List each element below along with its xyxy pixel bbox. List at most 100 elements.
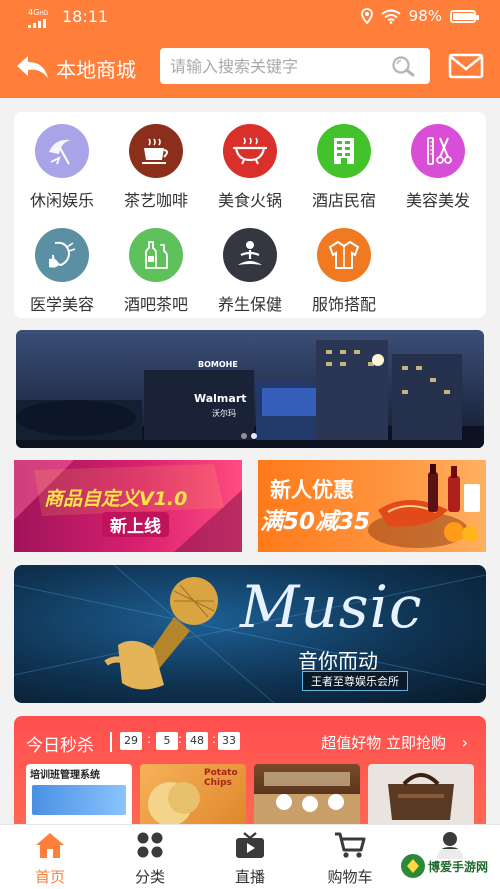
wifi-icon	[381, 9, 401, 24]
battery-level	[453, 12, 474, 20]
music-title: Music	[240, 573, 423, 641]
category-label: 养生保健	[217, 295, 282, 314]
cart-icon	[335, 832, 366, 858]
scissors-comb-icon	[427, 137, 452, 165]
goods-item[interactable]: 培训班管理系统	[26, 764, 132, 824]
category-item-medical-beauty[interactable]: 医学美容	[14, 220, 110, 320]
nav-label: 直播	[234, 868, 265, 886]
search-box[interactable]	[160, 48, 430, 84]
colon: :	[212, 732, 217, 746]
category-label: 美容美发	[405, 191, 470, 210]
category-item-food[interactable]: 美食火锅	[202, 116, 298, 216]
category-label: 休闲娱乐	[29, 191, 94, 210]
nav-label: 购物车	[327, 868, 373, 886]
network-type: 4G	[28, 8, 40, 17]
promo-right-line2: 满50减35	[260, 509, 371, 535]
category-icon-bg	[317, 124, 371, 178]
music-banner[interactable]: Music 音你而动 王者至尊娱乐会所	[14, 565, 486, 703]
promo-banner-custom-product[interactable]: 商品自定义V1.0 新上线	[14, 460, 242, 552]
message-icon[interactable]	[448, 52, 484, 80]
category-label: 酒店民宿	[311, 191, 376, 210]
search-icon[interactable]	[390, 55, 416, 77]
category-icon-bg	[317, 228, 371, 282]
category-icon-bg	[129, 228, 183, 282]
clock: 18:11	[62, 7, 109, 26]
countdown-seconds: 33	[218, 732, 240, 750]
nav-home[interactable]: 首页	[10, 831, 90, 887]
music-subtitle: 音你而动	[298, 649, 378, 673]
colon: :	[147, 732, 152, 746]
rooftop-sign: BOMOHE	[198, 360, 238, 369]
hotpot-icon	[233, 137, 267, 165]
location-icon	[360, 8, 373, 24]
meditation-icon	[238, 241, 262, 265]
promo-banner-new-user[interactable]: 新人优惠 满50减35	[258, 460, 486, 552]
flash-sale-more-link[interactable]: 超值好物 立即抢购	[321, 732, 446, 753]
flash-sale-title: 今日秒杀	[26, 736, 94, 756]
page-title: 本地商城	[56, 58, 136, 82]
category-label: 酒吧茶吧	[123, 295, 188, 314]
hotel-icon	[334, 138, 354, 164]
tv-icon	[236, 832, 264, 858]
network-sub: HD	[39, 10, 49, 17]
goods-item[interactable]	[368, 764, 474, 824]
category-item-fashion[interactable]: 服饰搭配	[296, 220, 392, 320]
goods-item[interactable]	[254, 764, 360, 824]
goods-thumb	[32, 785, 126, 815]
category-item-bar[interactable]: 酒吧茶吧	[108, 220, 204, 320]
category-label: 医学美容	[29, 295, 94, 314]
face-care-icon	[49, 241, 76, 268]
store-sign-text: Walmart	[194, 392, 247, 405]
category-icon-bg	[223, 228, 277, 282]
store-sign: Walmart	[194, 392, 247, 405]
category-icon-bg	[411, 124, 465, 178]
promo-left-line2: 新上线	[102, 512, 169, 537]
grid-icon	[137, 832, 163, 858]
jacket-icon	[328, 240, 360, 269]
header: 本地商城	[0, 34, 500, 98]
countdown-minutes-tens: 5	[156, 732, 178, 750]
goods-thumb	[388, 773, 454, 820]
goods-item[interactable]: Potato Chips	[140, 764, 246, 824]
umbrella-icon	[49, 139, 71, 165]
home-icon	[36, 833, 64, 858]
music-tagline: 王者至尊娱乐会所	[302, 671, 408, 691]
countdown-minutes: 48	[186, 732, 208, 750]
chevron-right-icon[interactable]: ›	[462, 733, 468, 752]
category-item-tea-coffee[interactable]: 茶艺咖啡	[108, 116, 204, 216]
category-icon-bg	[35, 124, 89, 178]
goods-thumb	[254, 772, 360, 824]
category-item-leisure[interactable]: 休闲娱乐	[14, 116, 110, 216]
countdown-hours: 29	[120, 732, 142, 750]
battery-percent: 98%	[408, 7, 442, 25]
search-input[interactable]	[170, 54, 380, 78]
status-bar: 4GHD 18:11 98%	[0, 0, 500, 34]
watermark-text: 博爱手游网	[428, 860, 489, 874]
signal-bars-icon	[28, 19, 46, 28]
battery-icon	[450, 9, 479, 23]
watermark-logo: 博爱手游网	[398, 847, 494, 885]
signal-indicator: 4GHD	[28, 9, 52, 28]
nav-label: 分类	[134, 868, 165, 886]
store-sign-sub: 沃尔玛	[212, 409, 236, 418]
bottles-icon	[145, 241, 168, 269]
nav-live[interactable]: 直播	[210, 831, 290, 887]
category-item-wellness[interactable]: 养生保健	[202, 220, 298, 320]
category-label: 美食火锅	[217, 191, 282, 210]
banner-carousel[interactable]: Walmart 沃尔玛 BOMOHE	[16, 330, 484, 448]
goods-label: 培训班管理系统	[30, 770, 100, 781]
coffee-cup-icon	[142, 138, 168, 164]
flash-goods-row: 培训班管理系统 Potato Chips	[14, 764, 486, 824]
status-right: 98%	[360, 7, 479, 25]
nav-label: 首页	[34, 868, 65, 886]
banner-image	[16, 340, 484, 448]
promo-left-line1: 商品自定义V1.0	[44, 488, 188, 510]
goods-label: Potato Chips	[204, 768, 238, 788]
category-icon-bg	[223, 124, 277, 178]
back-arrow-icon[interactable]	[14, 54, 50, 80]
category-label: 服饰搭配	[311, 295, 376, 314]
nav-cart[interactable]: 购物车	[310, 831, 390, 887]
nav-category[interactable]: 分类	[110, 831, 190, 887]
category-item-hotel[interactable]: 酒店民宿	[296, 116, 392, 216]
category-item-beauty-hair[interactable]: 美容美发	[390, 116, 486, 216]
